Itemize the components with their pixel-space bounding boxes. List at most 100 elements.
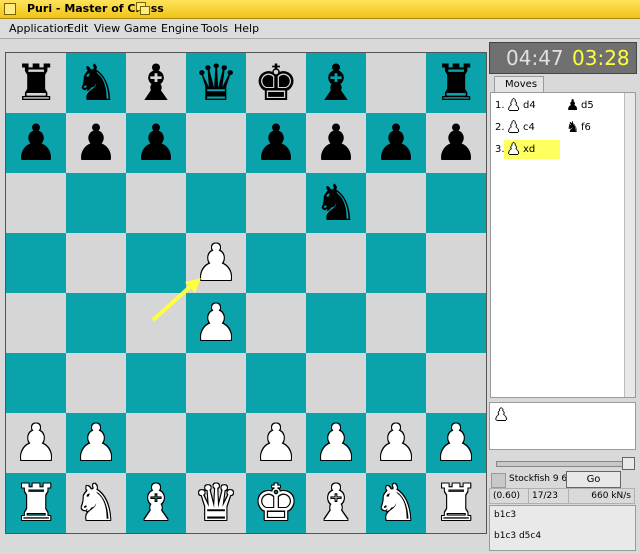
square-c2[interactable]	[126, 413, 186, 473]
zoom-icon[interactable]	[136, 2, 150, 15]
menu-application[interactable]: Application	[9, 22, 70, 35]
black-pawn-icon[interactable]: ♟	[6, 113, 66, 173]
menu-engine[interactable]: Engine	[161, 22, 199, 35]
black-move[interactable]: f6	[581, 122, 591, 133]
white-knight-icon[interactable]: ♞	[366, 473, 426, 533]
black-rook-icon[interactable]: ♜	[426, 53, 486, 113]
square-h7[interactable]: ♟	[426, 113, 486, 173]
square-b5[interactable]	[66, 233, 126, 293]
white-bishop-icon[interactable]: ♝	[306, 473, 366, 533]
white-pawn-icon[interactable]: ♟	[306, 413, 366, 473]
square-h1[interactable]: ♜	[426, 473, 486, 533]
menu-tools[interactable]: Tools	[201, 22, 228, 35]
white-knight-icon[interactable]: ♞	[66, 473, 126, 533]
square-h6[interactable]	[426, 173, 486, 233]
white-rook-icon[interactable]: ♜	[426, 473, 486, 533]
square-g1[interactable]: ♞	[366, 473, 426, 533]
square-b2[interactable]: ♟	[66, 413, 126, 473]
square-c6[interactable]	[126, 173, 186, 233]
black-queen-icon[interactable]: ♛	[186, 53, 246, 113]
white-pawn-icon[interactable]: ♟	[426, 413, 486, 473]
square-d7[interactable]	[186, 113, 246, 173]
black-pawn-icon[interactable]: ♟	[246, 113, 306, 173]
white-pawn-icon[interactable]: ♟	[246, 413, 306, 473]
square-a7[interactable]: ♟	[6, 113, 66, 173]
square-a1[interactable]: ♜	[6, 473, 66, 533]
white-pawn-icon[interactable]: ♟	[366, 413, 426, 473]
moves-scrollbar[interactable]	[624, 93, 635, 397]
black-knight-icon[interactable]: ♞	[306, 173, 366, 233]
square-f1[interactable]: ♝	[306, 473, 366, 533]
square-g7[interactable]: ♟	[366, 113, 426, 173]
square-f5[interactable]	[306, 233, 366, 293]
engine-slider-handle[interactable]	[622, 457, 635, 470]
move-row[interactable]: 2. ♟ c4 ♞ f6	[491, 117, 625, 139]
black-rook-icon[interactable]: ♜	[6, 53, 66, 113]
white-bishop-icon[interactable]: ♝	[126, 473, 186, 533]
white-queen-icon[interactable]: ♛	[186, 473, 246, 533]
square-b1[interactable]: ♞	[66, 473, 126, 533]
square-a2[interactable]: ♟	[6, 413, 66, 473]
black-bishop-icon[interactable]: ♝	[306, 53, 366, 113]
square-b4[interactable]	[66, 293, 126, 353]
square-b7[interactable]: ♟	[66, 113, 126, 173]
square-a4[interactable]	[6, 293, 66, 353]
move-row[interactable]: 3. ♟ xd	[491, 139, 625, 161]
square-f6[interactable]: ♞	[306, 173, 366, 233]
square-e4[interactable]	[246, 293, 306, 353]
black-pawn-icon[interactable]: ♟	[126, 113, 186, 173]
square-e5[interactable]	[246, 233, 306, 293]
square-b8[interactable]: ♞	[66, 53, 126, 113]
square-d4[interactable]: ♟	[186, 293, 246, 353]
black-move[interactable]: d5	[581, 100, 594, 111]
white-pawn-icon[interactable]: ♟	[186, 293, 246, 353]
square-e2[interactable]: ♟	[246, 413, 306, 473]
square-a8[interactable]: ♜	[6, 53, 66, 113]
square-h2[interactable]: ♟	[426, 413, 486, 473]
black-king-icon[interactable]: ♚	[246, 53, 306, 113]
black-pawn-icon[interactable]: ♟	[306, 113, 366, 173]
square-b6[interactable]	[66, 173, 126, 233]
square-c7[interactable]: ♟	[126, 113, 186, 173]
square-h5[interactable]	[426, 233, 486, 293]
black-bishop-icon[interactable]: ♝	[126, 53, 186, 113]
square-f7[interactable]: ♟	[306, 113, 366, 173]
white-king-icon[interactable]: ♚	[246, 473, 306, 533]
title-bar[interactable]: Puri - Master of Chess	[0, 0, 640, 19]
black-pawn-icon[interactable]: ♟	[426, 113, 486, 173]
white-move[interactable]: c4	[523, 122, 535, 133]
white-move[interactable]: d4	[523, 100, 536, 111]
square-d3[interactable]	[186, 353, 246, 413]
square-c4[interactable]	[126, 293, 186, 353]
square-g4[interactable]	[366, 293, 426, 353]
white-move[interactable]: xd	[523, 144, 535, 155]
square-e7[interactable]: ♟	[246, 113, 306, 173]
square-a3[interactable]	[6, 353, 66, 413]
square-a5[interactable]	[6, 233, 66, 293]
square-e3[interactable]	[246, 353, 306, 413]
chess-board[interactable]: ♜ ♞ ♝ ♛ ♚ ♝ ♜ ♟ ♟ ♟ ♟ ♟ ♟ ♟ ♞ ♟ ♟ ♟ ♟ ♟ ♟ ♟ ♟ ♜ ♞ ♝ ♛ ♚ ♝ ♞ ♜	[5, 52, 487, 534]
square-c8[interactable]: ♝	[126, 53, 186, 113]
engine-slider-track[interactable]	[496, 461, 626, 467]
square-f3[interactable]	[306, 353, 366, 413]
white-rook-icon[interactable]: ♜	[6, 473, 66, 533]
square-g2[interactable]: ♟	[366, 413, 426, 473]
square-e8[interactable]: ♚	[246, 53, 306, 113]
tab-moves[interactable]: Moves	[494, 76, 544, 93]
square-g5[interactable]	[366, 233, 426, 293]
square-e1[interactable]: ♚	[246, 473, 306, 533]
square-d1[interactable]: ♛	[186, 473, 246, 533]
square-d8[interactable]: ♛	[186, 53, 246, 113]
square-d6[interactable]	[186, 173, 246, 233]
square-d5[interactable]: ♟	[186, 233, 246, 293]
move-row[interactable]: 1. ♟ d4 ♟ d5	[491, 95, 625, 117]
square-e6[interactable]	[246, 173, 306, 233]
square-h4[interactable]	[426, 293, 486, 353]
square-a6[interactable]	[6, 173, 66, 233]
square-c5[interactable]	[126, 233, 186, 293]
square-f2[interactable]: ♟	[306, 413, 366, 473]
white-pawn-icon[interactable]: ♟	[66, 413, 126, 473]
menu-edit[interactable]: Edit	[67, 22, 88, 35]
moves-list[interactable]: 1. ♟ d4 ♟ d5 2. ♟ c4 ♞ f6 3. ♟ xd	[490, 92, 636, 398]
black-pawn-icon[interactable]: ♟	[66, 113, 126, 173]
